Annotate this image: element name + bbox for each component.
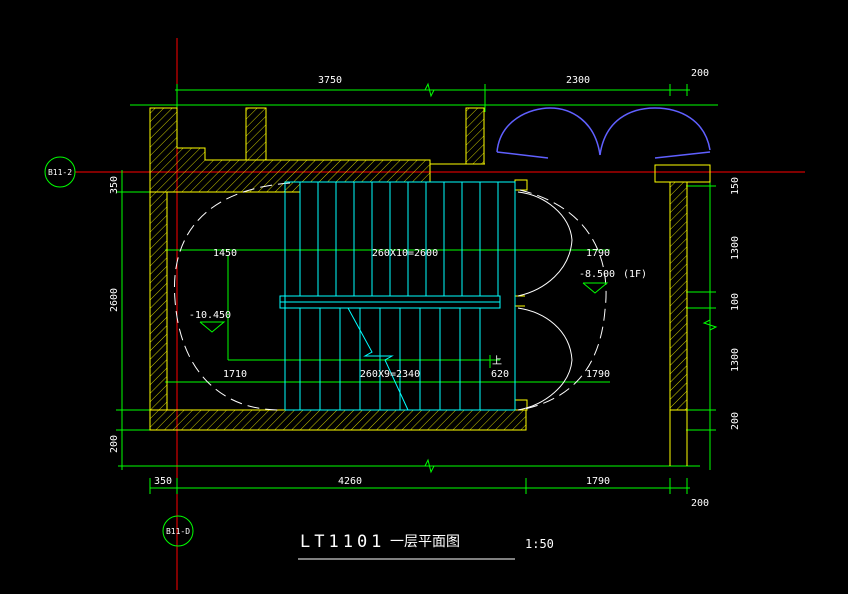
- stair-plan-svg: B11-2 B11-D 3750 2300 200 350 2600 200 1…: [44, 38, 805, 590]
- level-lower: -10.450: [189, 310, 231, 321]
- cad-drawing: B11-2 B11-D 3750 2300 200 350 2600 200 1…: [0, 0, 848, 594]
- dim-right-3: 100: [730, 293, 741, 311]
- dim-right-4: 1300: [730, 348, 741, 372]
- dim-upper-right: 1790: [586, 248, 610, 259]
- dim-left-1: 350: [109, 176, 120, 194]
- dim-bottom-1: 350: [154, 476, 172, 487]
- level-upper: -8.500: [579, 269, 615, 280]
- dim-top-right: 200: [691, 68, 709, 79]
- dim-left-2: 2600: [109, 288, 120, 312]
- door-swings-top: [496, 107, 711, 159]
- dim-right-5: 200: [730, 412, 741, 430]
- dim-lower-run: 260X9=2340: [360, 369, 420, 380]
- floor-tag: (1F): [623, 269, 647, 280]
- dim-bottom-4: 200: [691, 498, 709, 509]
- dim-lower-right: 1790: [586, 369, 610, 380]
- dim-top-mid: 2300: [566, 75, 590, 86]
- dim-lower-mid: 620: [491, 369, 509, 380]
- axis-bubble-bottom: B11-D: [162, 515, 194, 547]
- drawing-name: 一层平面图: [390, 534, 460, 550]
- svg-text:B11-D: B11-D: [166, 527, 190, 536]
- svg-text:B11-2: B11-2: [48, 168, 72, 177]
- dim-top-left: 3750: [318, 75, 342, 86]
- dim-bottom-2: 4260: [338, 476, 362, 487]
- dimension-lines: [116, 82, 718, 494]
- dim-upper-left: 1450: [213, 248, 237, 259]
- door-swings-right: [517, 191, 573, 411]
- dim-bottom-3: 1790: [586, 476, 610, 487]
- up-marker: 上: [492, 355, 502, 367]
- dim-upper-run: 260X10=2600: [372, 248, 438, 259]
- drawing-scale: 1:50: [525, 537, 554, 551]
- axis-bubble-top: B11-2: [44, 156, 76, 188]
- drawing-code: LT1101: [300, 532, 385, 552]
- dim-right-1: 150: [730, 177, 741, 195]
- dim-lower-left: 1710: [223, 369, 247, 380]
- dim-right-2: 1300: [730, 236, 741, 260]
- walls: [149, 107, 711, 466]
- dim-left-3: 200: [109, 435, 120, 453]
